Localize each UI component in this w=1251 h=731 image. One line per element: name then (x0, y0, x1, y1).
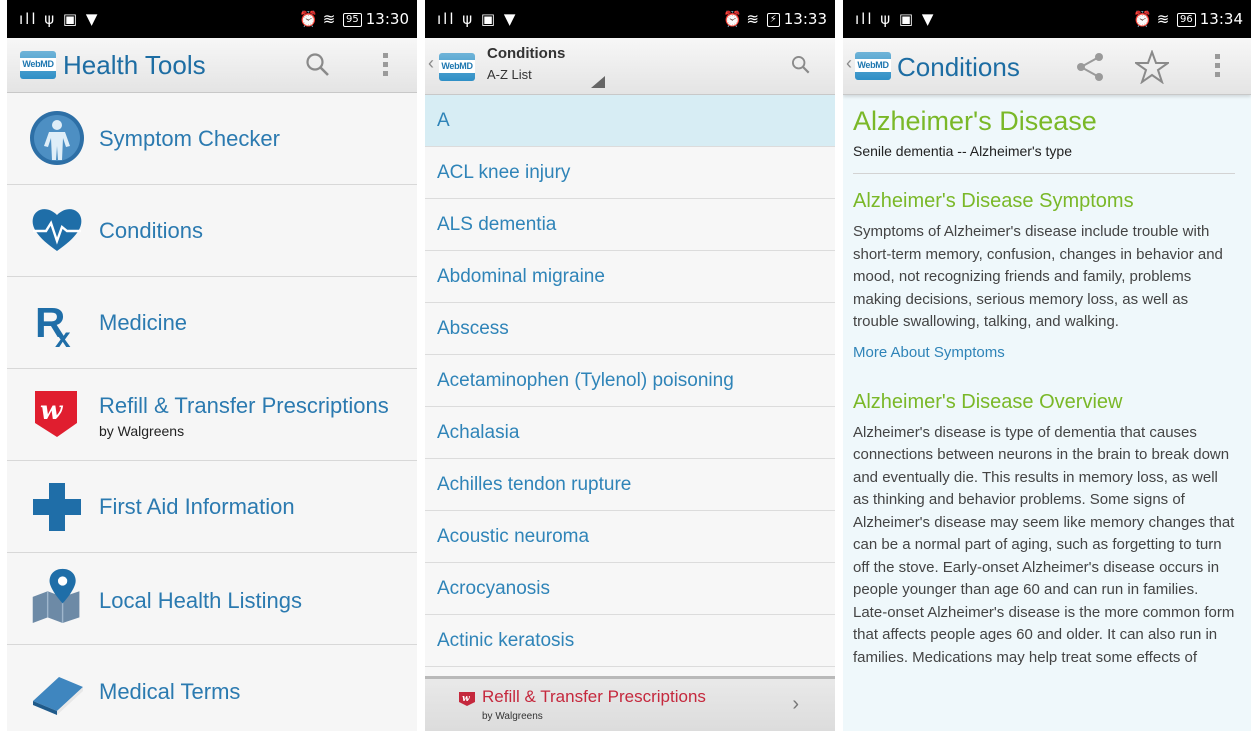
article-subtitle: Senile dementia -- Alzheimer's type (853, 143, 1235, 174)
list-item[interactable]: Achilles tendon rupture (425, 459, 835, 511)
signal-indicators: ıll ψ ▣ ▼ (855, 10, 936, 28)
page-title: Health Tools (63, 50, 206, 80)
page-title: Conditions (897, 52, 1020, 82)
menu-label: Medicine (99, 310, 188, 335)
back-chevron-icon[interactable]: ‹ (846, 53, 852, 74)
menu-label: Refill & Transfer Prescriptions (99, 393, 389, 418)
heart-pulse-icon (32, 209, 82, 251)
screen-condition-detail: ıll ψ ▣ ▼ ⏰ ≋ 96 13:34 ‹ WebMD Conditions… (843, 0, 1251, 731)
search-icon[interactable] (791, 55, 811, 75)
list-item[interactable]: ALS dementia (425, 199, 835, 251)
list-item[interactable]: Acoustic neuroma (425, 511, 835, 563)
promo-subtitle: by Walgreens (482, 711, 543, 722)
status-bar: ıll ψ ▣ ▼ ⏰ ≋ ⚡ 13:33 (425, 0, 835, 38)
list-item[interactable]: Acrocyanosis (425, 563, 835, 615)
list-mode-dropdown[interactable]: A-Z List (487, 67, 532, 82)
dropdown-arrow-icon[interactable] (591, 76, 605, 88)
webmd-logo[interactable]: WebMD (20, 51, 56, 79)
list-item[interactable]: Acetaminophen (Tylenol) poisoning (425, 355, 835, 407)
walgreens-icon: w (35, 391, 77, 437)
share-icon[interactable] (1075, 52, 1105, 82)
battery-icon: ⚡ (766, 13, 780, 27)
app-bar: ‹ WebMD Conditions (843, 38, 1251, 95)
menu-item-medical-terms[interactable]: Medical Terms (7, 645, 417, 731)
search-icon[interactable] (305, 52, 331, 78)
more-about-symptoms-link[interactable]: More About Symptoms (853, 344, 1235, 361)
book-icon (33, 677, 83, 715)
signal-indicators: ıll ψ ▣ ▼ (19, 10, 100, 28)
article-title: Alzheimer's Disease (853, 106, 1097, 136)
status-right: ⏰ ≋ 95 13:30 (299, 10, 409, 28)
medical-cross-icon (33, 483, 81, 531)
menu-item-medicine[interactable]: R x Medicine (7, 277, 417, 369)
webmd-logo[interactable]: WebMD (439, 53, 475, 81)
overflow-menu-icon[interactable] (1215, 54, 1220, 81)
menu-item-conditions[interactable]: Conditions (7, 185, 417, 277)
status-right: ⏰ ≋ 96 13:34 (1133, 10, 1243, 28)
list-item[interactable]: Abdominal migraine (425, 251, 835, 303)
section-body-symptoms: Symptoms of Alzheimer's disease include … (853, 223, 1223, 330)
walgreens-icon: w (459, 692, 475, 706)
clock: 13:30 (365, 10, 409, 28)
menu-sublabel: by Walgreens (99, 423, 185, 439)
section-title-symptoms: Alzheimer's Disease Symptoms (853, 190, 1134, 212)
screen-health-tools: ıll ψ ▣ ▼ ⏰ ≋ 95 13:30 WebMD Health Tools… (7, 0, 417, 731)
walgreens-promo-banner[interactable]: w Refill & Transfer Prescriptions by Wal… (425, 676, 835, 731)
star-icon[interactable] (1135, 50, 1169, 84)
svg-text:w: w (462, 694, 470, 704)
overflow-menu-icon[interactable] (383, 53, 388, 80)
chevron-right-icon: › (792, 693, 799, 715)
status-bar: ıll ψ ▣ ▼ ⏰ ≋ 96 13:34 (843, 0, 1251, 38)
signal-indicators: ıll ψ ▣ ▼ (437, 10, 518, 28)
list-item[interactable]: Actinic keratosis (425, 615, 835, 667)
battery-icon: 95 (343, 13, 362, 27)
app-bar: WebMD Health Tools (7, 38, 417, 93)
page-title: Conditions (487, 45, 566, 62)
menu-label: Conditions (99, 218, 203, 243)
list-item[interactable]: Abscess (425, 303, 835, 355)
rx-icon: R x (35, 299, 71, 349)
list-item[interactable]: ACL knee injury (425, 147, 835, 199)
back-chevron-icon[interactable]: ‹ (428, 53, 434, 74)
menu-label: Symptom Checker (99, 126, 280, 151)
section-title-overview: Alzheimer's Disease Overview (853, 390, 1123, 413)
section-body-overview: Alzheimer's disease is type of dementia … (853, 423, 1235, 666)
screen-conditions-az: ıll ψ ▣ ▼ ⏰ ≋ ⚡ 13:33 ‹ WebMD Conditions … (425, 0, 835, 731)
person-body-icon (30, 111, 84, 165)
promo-title: Refill & Transfer Prescriptions (482, 687, 706, 706)
app-bar: ‹ WebMD Conditions A-Z List (425, 38, 835, 95)
battery-icon: 96 (1177, 13, 1196, 27)
list-section-header: A (425, 95, 835, 147)
map-pin-icon (32, 568, 80, 623)
menu-item-first-aid[interactable]: First Aid Information (7, 461, 417, 553)
svg-text:w: w (40, 396, 64, 426)
menu-item-local-health[interactable]: Local Health Listings (7, 553, 417, 645)
status-bar: ıll ψ ▣ ▼ ⏰ ≋ 95 13:30 (7, 0, 417, 38)
menu-label: Local Health Listings (99, 588, 303, 613)
clock: 13:34 (1199, 10, 1243, 28)
status-right: ⏰ ≋ ⚡ 13:33 (722, 10, 827, 28)
menu-item-refill-transfer[interactable]: w Refill & Transfer Prescriptions by Wal… (7, 369, 417, 461)
svg-text:x: x (55, 322, 71, 349)
list-item[interactable]: Achalasia (425, 407, 835, 459)
clock: 13:33 (783, 10, 827, 28)
menu-item-symptom-checker[interactable]: Symptom Checker (7, 93, 417, 185)
webmd-logo[interactable]: WebMD (855, 52, 891, 80)
menu-label: Medical Terms (99, 679, 241, 704)
article: Alzheimer's Disease Senile dementia -- A… (853, 106, 1235, 669)
menu-label: First Aid Information (99, 494, 295, 519)
